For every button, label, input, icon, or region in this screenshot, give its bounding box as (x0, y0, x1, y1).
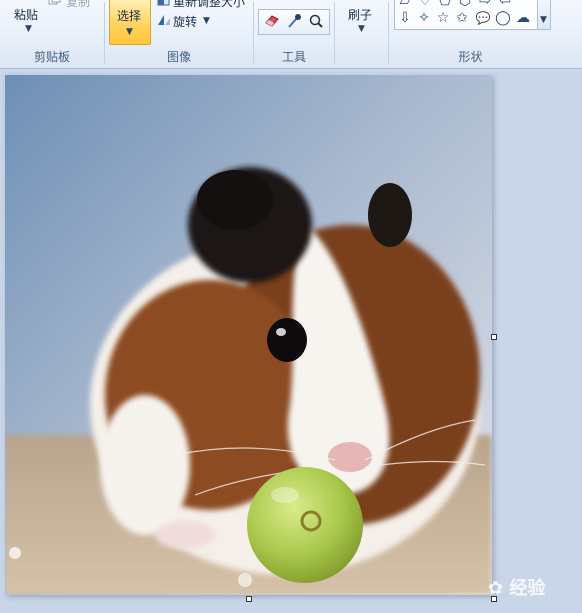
resize-handle-bottom[interactable] (246, 596, 252, 602)
shape-oval-callout-icon[interactable]: ◯ (495, 10, 511, 26)
ribbon: 粘贴 ▼ 复制 剪贴板 选择 ▼ 重新调整大小 旋转 ▼ 图像 工具 刷子 ▼ … (0, 0, 582, 69)
shape-parallelogram-icon[interactable]: ▱ (397, 0, 413, 9)
rotate-button[interactable]: 旋转 (173, 13, 197, 30)
brushes-group[interactable]: 刷子 ▼ (335, 0, 387, 68)
shapes-group-label: 形状 (458, 50, 483, 64)
shape-cloud-callout-icon[interactable]: ☁ (515, 10, 531, 26)
shape-left-arrow-icon[interactable]: ⇦ (497, 0, 513, 9)
resize-handle-right[interactable] (491, 334, 497, 340)
select-button[interactable]: 选择 ▼ (109, 0, 151, 45)
clipboard-group-label: 剪贴板 (33, 50, 70, 64)
tools-box (258, 9, 330, 35)
shape-six-point-star-icon[interactable]: ✩ (454, 10, 470, 26)
shape-down-arrow-icon[interactable]: ⇩ (397, 10, 413, 26)
eraser-icon[interactable] (262, 13, 282, 31)
paste-dropdown-icon[interactable]: ▼ (25, 24, 32, 34)
brushes-button[interactable]: 刷子 (348, 6, 372, 23)
resize-button[interactable]: 重新调整大小 (173, 0, 245, 10)
canvas-image[interactable] (5, 75, 492, 595)
shape-right-arrow-icon[interactable]: ⇨ (477, 0, 493, 9)
image-group-label: 图像 (166, 50, 191, 64)
resize-icon (157, 0, 170, 6)
watermark: ✿ 经验 (488, 574, 545, 600)
copy-icon (48, 0, 61, 5)
shape-diamond-icon[interactable]: ♢ (417, 0, 433, 9)
paste-button[interactable]: 粘贴 (14, 6, 38, 23)
shape-four-point-star-icon[interactable]: ✧ (416, 10, 432, 26)
shape-five-point-star-icon[interactable]: ☆ (435, 10, 451, 26)
watermark-text: 经验 (509, 578, 546, 599)
rotate-icon (158, 15, 170, 25)
shape-hexagon-icon[interactable]: ⬡ (457, 0, 473, 9)
paw-icon: ✿ (488, 578, 504, 599)
clipboard-group: 粘贴 ▼ 复制 剪贴板 (0, 0, 104, 68)
rotate-dropdown-icon[interactable]: ▼ (203, 16, 210, 26)
brushes-dropdown-icon[interactable]: ▼ (358, 24, 365, 34)
shape-gallery-scroll[interactable]: ▼ (537, 0, 551, 30)
workspace (0, 69, 582, 613)
image-group: 选择 ▼ 重新调整大小 旋转 ▼ 图像 (105, 0, 253, 68)
shape-pentagon-icon[interactable]: ⬠ (437, 0, 453, 9)
guinea-pig-photo (5, 75, 492, 595)
select-label: 选择 (117, 9, 142, 23)
magnifier-icon[interactable] (306, 13, 326, 31)
shape-gallery: ▱ ♢ ⬠ ⬡ ⇨ ⇦ ⇩ ✧ ☆ ✩ 💬 ◯ ☁ (394, 0, 538, 30)
tools-group-label: 工具 (281, 50, 306, 64)
copy-button[interactable]: 复制 (66, 0, 90, 10)
color-picker-icon[interactable] (284, 13, 304, 31)
chevron-down-icon: ▼ (126, 27, 133, 37)
shape-rect-callout-icon[interactable]: 💬 (475, 10, 491, 26)
gallery-more-icon[interactable]: ▼ (540, 15, 547, 25)
